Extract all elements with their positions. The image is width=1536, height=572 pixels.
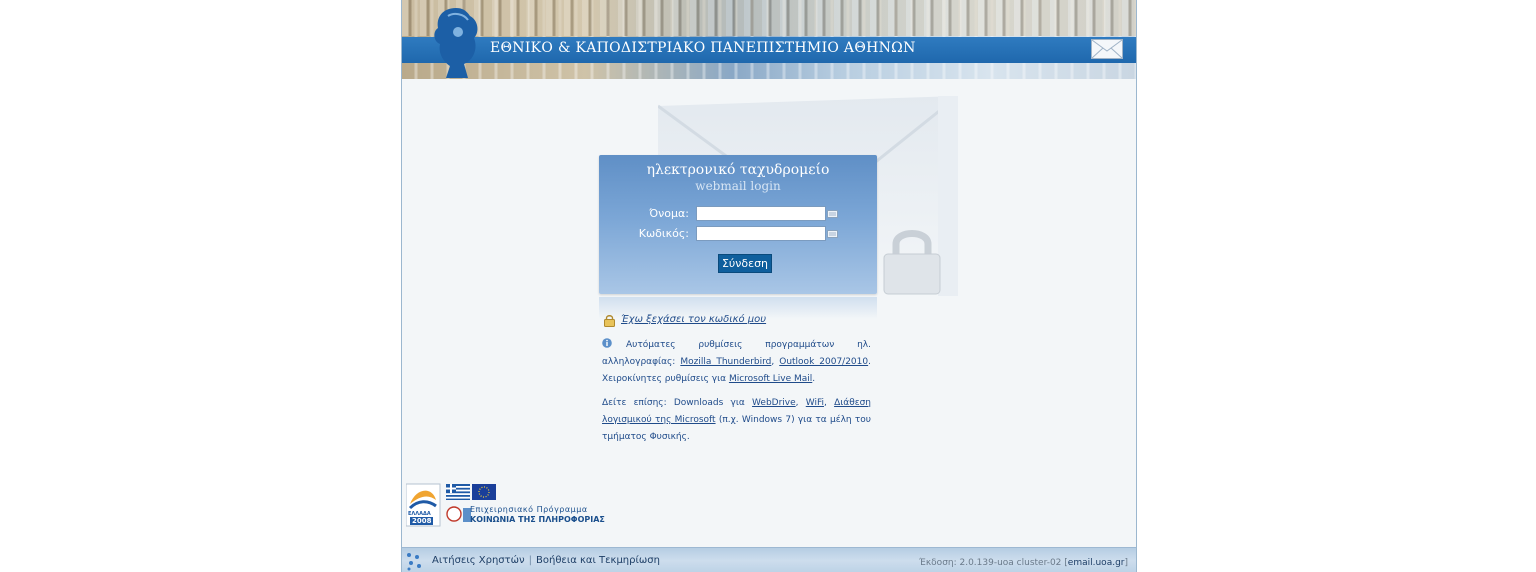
footer-separator: | bbox=[528, 555, 532, 566]
envelope-icon[interactable] bbox=[1091, 39, 1123, 59]
password-input[interactable] bbox=[696, 226, 826, 241]
see-also-paragraph: Δείτε επίσης: Downloads για WebDrive, Wi… bbox=[602, 398, 871, 442]
thunderbird-link[interactable]: Mozilla Thunderbird bbox=[680, 357, 771, 367]
see-also-text: Δείτε επίσης: Downloads για bbox=[602, 398, 745, 408]
badge-year: 2008 bbox=[410, 517, 434, 525]
login-button[interactable]: Σύνδεση bbox=[718, 254, 772, 273]
header-banner: ΕΘΝΙΚΟ & ΚΑΠΟΔΙΣΤΡΙΑΚΟ ΠΑΝΕΠΙΣΤΗΜΙΟ ΑΘΗΝ… bbox=[402, 0, 1136, 79]
username-label: Όνομα: bbox=[649, 207, 689, 220]
footer-bar: Αιτήσεις Χρηστών | Βοήθεια και Τεκμηρίωση … bbox=[402, 547, 1136, 572]
login-title: ηλεκτρονικό ταχυδρομείο bbox=[646, 162, 830, 178]
webdrive-link[interactable]: WebDrive bbox=[752, 398, 796, 408]
version-text: Έκδοση: 2.0.139-uoa cluster-02 bbox=[919, 558, 1062, 568]
keyboard-icon[interactable] bbox=[827, 210, 838, 218]
help-link[interactable]: Βοήθεια και Τεκμηρίωση bbox=[536, 555, 660, 566]
greek-flag-icon bbox=[446, 484, 470, 500]
login-subtitle: webmail login bbox=[695, 179, 781, 193]
username-input[interactable] bbox=[696, 206, 826, 221]
user-requests-link[interactable]: Αιτήσεις Χρηστών bbox=[432, 555, 525, 566]
eu-flag-icon bbox=[472, 484, 496, 500]
auto-settings-paragraph: Αυτόματες ρυθμίσεις προγραμμάτων ηλ. αλλ… bbox=[602, 338, 871, 384]
athena-logo-icon bbox=[434, 8, 478, 78]
background-padlock-graphic bbox=[883, 230, 941, 295]
version-info: Έκδοση: 2.0.139-uoa cluster-02 [email.uo… bbox=[919, 558, 1128, 568]
wifi-link[interactable]: WiFi bbox=[806, 398, 824, 408]
lock-icon bbox=[604, 315, 615, 327]
forgot-password-link[interactable]: Έχω ξεχάσει τον κωδικό μου bbox=[621, 314, 766, 325]
livemail-link[interactable]: Microsoft Live Mail bbox=[729, 374, 812, 384]
site-link[interactable]: email.uoa.gr bbox=[1068, 558, 1125, 568]
program-name-line2: ΚΟΙΝΩΝΙΑ ΤΗΣ ΠΛΗΡΟΦΟΡΙΑΣ bbox=[470, 515, 605, 524]
page-frame: ΕΘΝΙΚΟ & ΚΑΠΟΔΙΣΤΡΙΑΚΟ ΠΑΝΕΠΙΣΤΗΜΙΟ ΑΘΗΝ… bbox=[401, 0, 1137, 572]
info-icon bbox=[602, 338, 612, 348]
outlook-link[interactable]: Outlook 2007/2010 bbox=[779, 357, 868, 367]
login-panel: ηλεκτρονικό ταχυδρομείο webmail login Όν… bbox=[599, 155, 877, 294]
manual-settings-text: Χειροκίνητες ρυθμίσεις για bbox=[602, 374, 727, 384]
university-title: ΕΘΝΙΚΟ & ΚΑΠΟΔΙΣΤΡΙΑΚΟ ΠΑΝΕΠΙΣΤΗΜΙΟ ΑΘΗΝ… bbox=[490, 40, 916, 56]
footer-links: Αιτήσεις Χρηστών | Βοήθεια και Τεκμηρίωση bbox=[432, 555, 660, 566]
password-label: Κωδικός: bbox=[638, 227, 689, 240]
keyboard-icon[interactable] bbox=[827, 230, 838, 238]
program-name-line1: Επιχειρησιακό Πρόγραμμα bbox=[470, 505, 588, 514]
header-columns-photo bbox=[402, 0, 1136, 36]
network-dots-icon bbox=[407, 553, 421, 571]
